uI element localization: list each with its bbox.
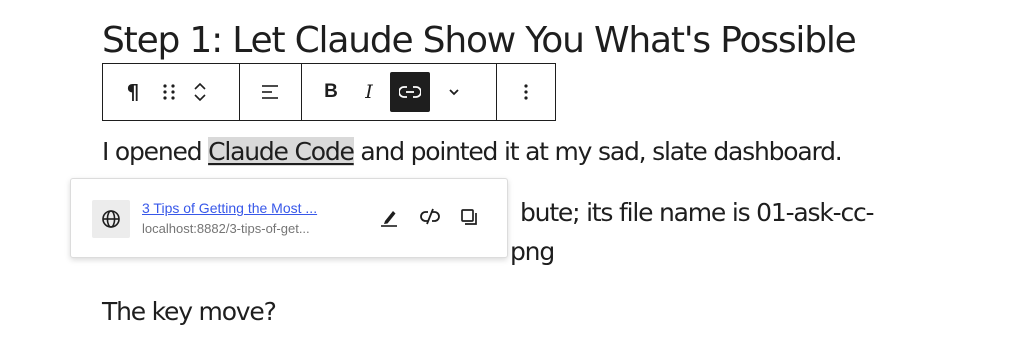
move-buttons — [187, 72, 213, 112]
globe-icon — [102, 210, 120, 228]
block-toolbar: ¶ B I — [102, 63, 556, 121]
post-heading[interactable]: Step 1: Let Claude Show You What's Possi… — [102, 18, 857, 64]
copy-icon — [461, 209, 477, 225]
chevron-up-icon[interactable] — [192, 80, 208, 92]
bold-icon: B — [324, 81, 338, 102]
chevron-down-icon[interactable] — [192, 92, 208, 104]
link-preview-title[interactable]: 3 Tips of Getting the Most ... — [142, 200, 317, 216]
italic-button[interactable]: I — [354, 72, 384, 112]
drag-handle-button[interactable] — [153, 72, 185, 112]
block-toolbar-group-align — [240, 64, 302, 120]
unlink-button[interactable] — [418, 205, 442, 229]
unlink-icon — [420, 208, 440, 225]
more-rich-text-icon — [449, 89, 459, 96]
edit-pencil-icon — [381, 211, 397, 227]
paragraph-1[interactable]: I opened Claude Code and pointed it at m… — [102, 136, 843, 168]
copy-link-button[interactable] — [457, 205, 481, 229]
link-button[interactable] — [390, 72, 430, 112]
link-favicon — [92, 200, 130, 238]
more-rich-text-button[interactable] — [439, 72, 469, 112]
bold-button[interactable]: B — [316, 72, 346, 112]
paragraph-2-line-1[interactable]: bute; its file name is 01-ask-cc- — [520, 197, 875, 229]
block-toolbar-group-format: B I — [302, 64, 497, 120]
link-preview-popover: 3 Tips of Getting the Most ... localhost… — [70, 178, 508, 258]
paragraph-1-text-after: and pointed it at my sad, slate dashboar… — [353, 137, 842, 166]
italic-icon: I — [365, 81, 373, 103]
paragraph-block-button[interactable]: ¶ — [119, 72, 147, 112]
paragraph-1-text-before: I opened — [102, 137, 209, 166]
block-toolbar-group-options — [497, 64, 555, 120]
link-icon — [399, 86, 421, 98]
drag-handle-icon — [163, 84, 175, 100]
paragraph-3[interactable]: The key move? — [102, 296, 277, 328]
selected-link-text[interactable]: Claude Code — [208, 137, 355, 166]
link-preview-url: localhost:8882/3-tips-of-get... — [142, 221, 310, 236]
options-button[interactable] — [511, 72, 541, 112]
align-left-icon — [261, 85, 278, 99]
edit-link-button[interactable] — [377, 205, 401, 229]
paragraph-2-line-2-tail: png — [510, 237, 555, 266]
align-button[interactable] — [256, 72, 286, 112]
block-toolbar-group-transform: ¶ — [103, 64, 240, 120]
paragraph-icon: ¶ — [126, 80, 140, 104]
options-icon — [524, 84, 528, 100]
